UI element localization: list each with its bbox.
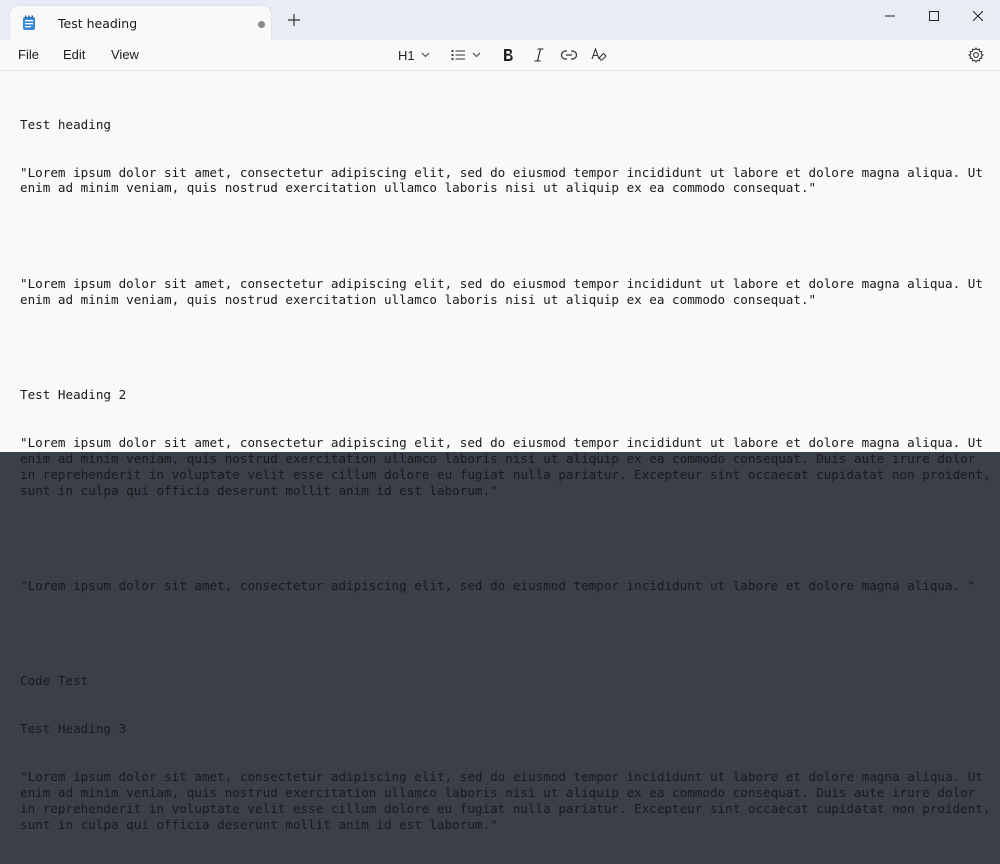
heading-dropdown[interactable]: H1 (398, 45, 430, 65)
heading-line: Test heading (20, 116, 111, 132)
menu-edit[interactable]: Edit (63, 47, 85, 62)
bold-icon (504, 49, 513, 61)
italic-button[interactable] (534, 45, 544, 65)
heading-level: H1 (398, 47, 415, 63)
minimize-button[interactable] (868, 0, 912, 32)
unsaved-indicator[interactable] (258, 21, 265, 28)
link-icon (561, 50, 577, 60)
bulleted-list-icon (451, 49, 465, 61)
paragraph: "Lorem ipsum dolor sit amet, consectetur… (20, 768, 999, 832)
plus-icon (288, 14, 300, 26)
code-line: Code Test (20, 673, 89, 689)
minimize-icon (885, 15, 895, 17)
menu-file[interactable]: File (18, 47, 39, 62)
chevron-down-icon (421, 52, 430, 58)
heading-line: Test Heading 3 (20, 721, 127, 737)
notepad-window: Test heading File Edit View H1 Test head… (0, 0, 1000, 832)
close-button[interactable] (956, 0, 1000, 32)
link-button[interactable] (561, 45, 577, 65)
paragraph: "Lorem ipsum dolor sit amet, consectetur… (20, 164, 991, 196)
bold-button[interactable] (502, 45, 514, 65)
document-content[interactable]: Test heading "Lorem ipsum dolor sit amet… (20, 85, 995, 864)
menu-toolbar: File Edit View H1 (0, 40, 1000, 71)
notepad-icon (22, 15, 36, 31)
close-icon (973, 11, 983, 21)
clear-formatting-icon (591, 48, 607, 61)
heading-line: Test Heading 2 (20, 387, 127, 403)
title-bar: Test heading (0, 0, 1000, 40)
paragraph: "Lorem ipsum dolor sit amet, consectetur… (20, 434, 999, 498)
paragraph: "Lorem ipsum dolor sit amet, consectetur… (20, 275, 991, 307)
italic-icon (534, 48, 544, 62)
tab-title: Test heading (58, 16, 138, 31)
document-tab[interactable]: Test heading (10, 6, 271, 40)
chevron-down-icon (472, 52, 481, 58)
new-tab-button[interactable] (284, 12, 304, 32)
menu-view[interactable]: View (111, 47, 139, 62)
clear-formatting-button[interactable] (591, 45, 607, 65)
maximize-icon (929, 11, 939, 21)
paragraph: "Lorem ipsum dolor sit amet, consectetur… (20, 578, 976, 594)
editor-area[interactable]: Test heading "Lorem ipsum dolor sit amet… (0, 71, 1000, 832)
list-dropdown[interactable] (451, 45, 481, 65)
settings-button[interactable] (968, 45, 984, 65)
gear-icon (968, 47, 984, 63)
maximize-button[interactable] (912, 0, 956, 32)
